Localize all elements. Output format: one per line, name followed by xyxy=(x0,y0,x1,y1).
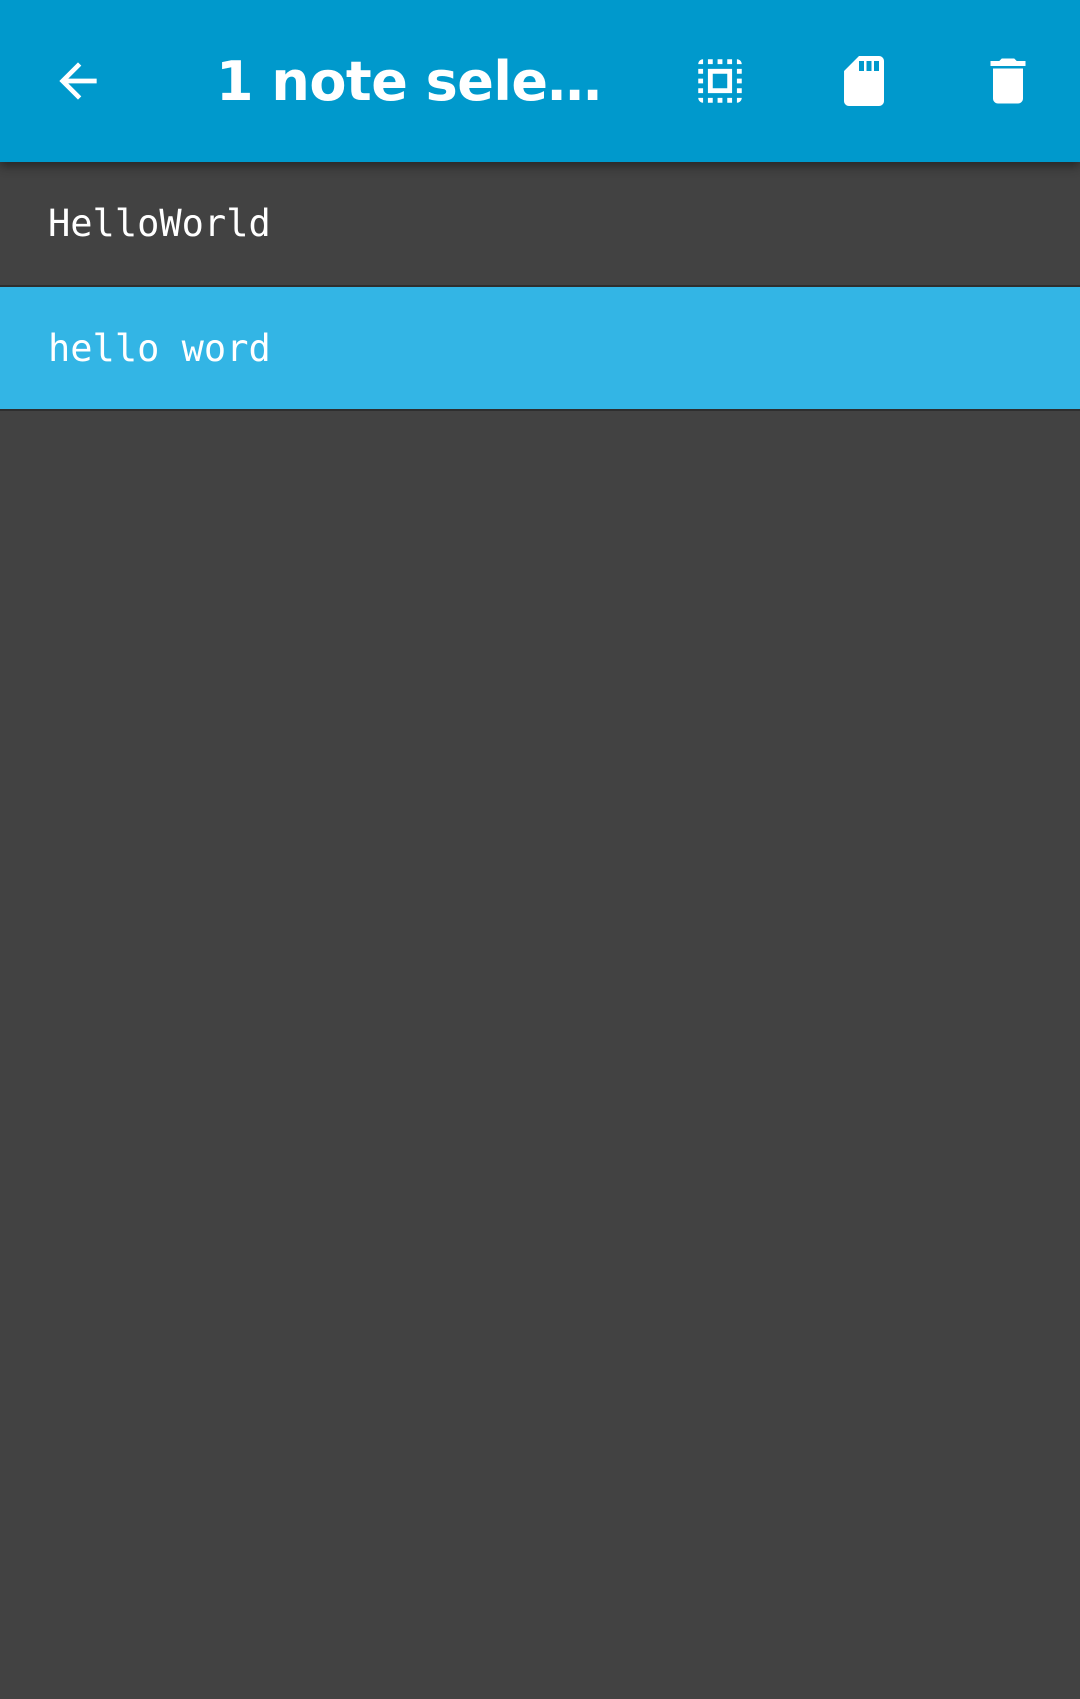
selection-count-title: 1 note selected xyxy=(216,50,606,113)
save-to-sd-card-button[interactable] xyxy=(816,33,912,129)
sd-card-icon xyxy=(844,56,884,106)
note-list: HelloWorld hello word xyxy=(0,162,1080,411)
select-all-button[interactable] xyxy=(672,33,768,129)
note-list-item-selected[interactable]: hello word xyxy=(0,287,1080,411)
note-title: hello word xyxy=(48,326,271,370)
arrow-back-icon xyxy=(59,62,97,100)
delete-icon xyxy=(990,58,1026,104)
back-button[interactable] xyxy=(28,33,128,129)
note-title: HelloWorld xyxy=(48,202,271,245)
contextual-action-bar: 1 note selected xyxy=(0,0,1080,162)
select-all-icon xyxy=(698,59,742,103)
delete-button[interactable] xyxy=(960,33,1056,129)
note-list-item[interactable]: HelloWorld xyxy=(0,162,1080,287)
